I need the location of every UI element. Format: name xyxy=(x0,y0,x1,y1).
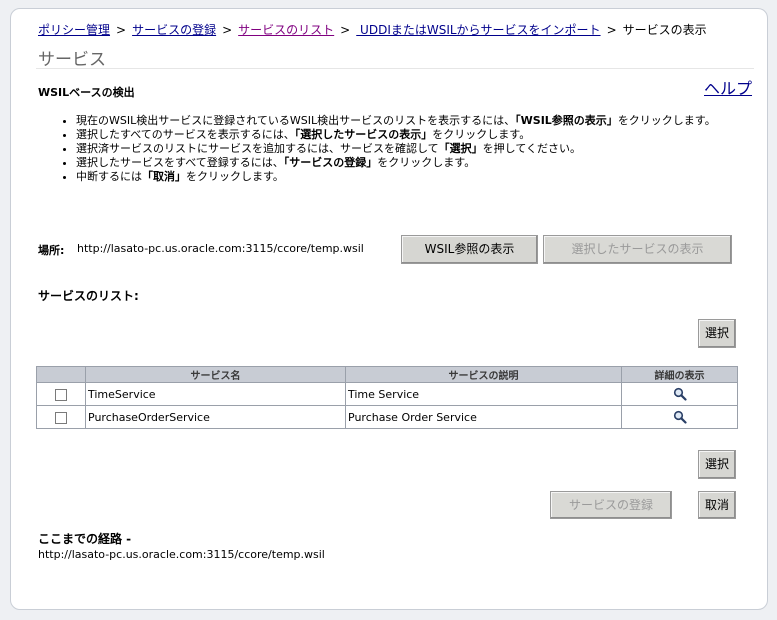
cancel-button[interactable]: 取消 xyxy=(698,491,736,519)
magnifier-icon[interactable] xyxy=(673,410,687,424)
service-description-cell: Purchase Order Service xyxy=(345,405,622,429)
breadcrumb: ポリシー管理 > サービスの登録 > サービスのリスト > UDDIまたはWSILからサー… xyxy=(38,21,707,38)
row-checkbox-cell xyxy=(36,405,86,429)
breadcrumb-current: サービスの表示 xyxy=(622,23,707,37)
row-checkbox[interactable] xyxy=(55,388,67,401)
column-header-checkbox xyxy=(36,366,86,383)
instruction-item: 現在のWSIL検出サービスに登録されているWSIL検出サービスのリストを表示する… xyxy=(76,114,716,128)
details-cell xyxy=(621,382,738,406)
instruction-list: 現在のWSIL検出サービスに登録されているWSIL検出サービスのリストを表示する… xyxy=(58,114,716,184)
breadcrumb-separator: > xyxy=(222,23,233,37)
location-label: 場所: xyxy=(38,244,65,257)
breadcrumb-link-import[interactable]: UDDIまたはWSILからサービスをインポート xyxy=(356,23,601,37)
service-name-cell: PurchaseOrderService xyxy=(85,405,346,429)
show-selected-services-button[interactable]: 選択したサービスの表示 xyxy=(543,235,732,264)
instruction-item: 選択したサービスをすべて登録するには、「サービスの登録」をクリックします。 xyxy=(76,156,716,170)
table-header-row: サービス名 サービスの説明 詳細の表示 xyxy=(36,366,738,383)
instruction-item: 中断するには「取消」をクリックします。 xyxy=(76,170,716,184)
service-name-cell: TimeService xyxy=(85,382,346,406)
row-checkbox[interactable] xyxy=(55,411,67,424)
column-header-service-description[interactable]: サービスの説明 xyxy=(345,366,622,383)
row-checkbox-cell xyxy=(36,382,86,406)
route-value: http://lasato-pc.us.oracle.com:3115/ccor… xyxy=(38,548,325,561)
location-value: http://lasato-pc.us.oracle.com:3115/ccor… xyxy=(77,242,364,255)
service-description-cell: Time Service xyxy=(345,382,622,406)
breadcrumb-separator: > xyxy=(116,23,127,37)
page-title: サービス xyxy=(38,50,106,69)
details-cell xyxy=(621,405,738,429)
breadcrumb-link-register-service[interactable]: サービスの登録 xyxy=(132,23,216,37)
section-heading: WSILベースの検出 xyxy=(38,86,135,99)
route-label: ここまでの経路 - xyxy=(38,532,132,546)
instruction-item: 選択済サービスのリストにサービスを追加するには、サービスを確認して「選択」を押し… xyxy=(76,142,716,156)
breadcrumb-link-service-list[interactable]: サービスのリスト xyxy=(238,23,334,37)
select-button-top[interactable]: 選択 xyxy=(698,319,736,348)
breadcrumb-link-policy-management[interactable]: ポリシー管理 xyxy=(38,23,110,37)
select-button-bottom[interactable]: 選択 xyxy=(698,450,736,479)
column-header-service-name[interactable]: サービス名 xyxy=(85,366,346,383)
show-wsil-button[interactable]: WSIL参照の表示 xyxy=(401,235,538,264)
instruction-item: 選択したすべてのサービスを表示するには、「選択したサービスの表示」をクリックしま… xyxy=(76,128,716,142)
table-row: TimeService Time Service xyxy=(36,382,738,406)
breadcrumb-separator: > xyxy=(340,23,351,37)
title-divider xyxy=(36,68,754,69)
register-services-button[interactable]: サービスの登録 xyxy=(550,491,672,519)
help-link[interactable]: ヘルプ xyxy=(704,75,752,99)
service-list-title: サービスのリスト: xyxy=(38,289,139,303)
service-table: サービス名 サービスの説明 詳細の表示 TimeService Time Ser… xyxy=(36,366,738,429)
column-header-details: 詳細の表示 xyxy=(621,366,738,383)
breadcrumb-separator: > xyxy=(606,23,617,37)
table-row: PurchaseOrderService Purchase Order Serv… xyxy=(36,405,738,429)
magnifier-icon[interactable] xyxy=(673,387,687,401)
